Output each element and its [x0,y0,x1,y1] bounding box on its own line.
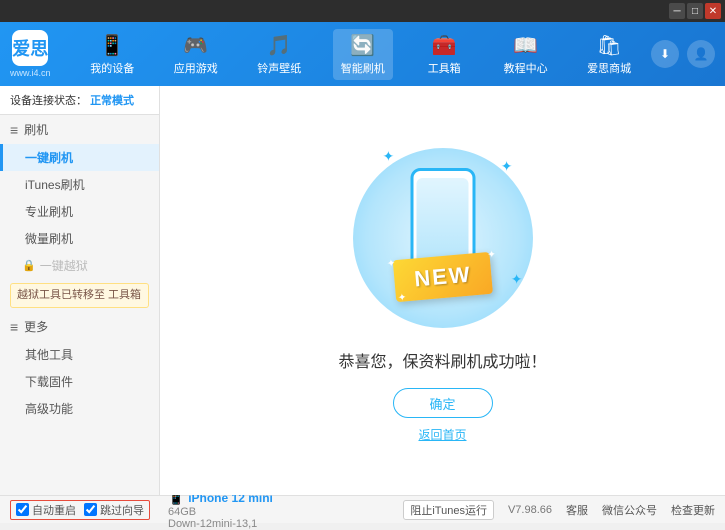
itunes-button[interactable]: 阻止iTunes运行 [403,500,494,520]
sparkle-icon-3: ✦ [511,271,523,288]
new-badge-text: NEW [413,262,472,292]
header-right: ⬇ 👤 [651,40,715,68]
merch-icon: 🛍 [596,33,621,58]
jailbreak-label: 一键越狱 [40,257,88,274]
smart-flash-icon: 🔄 [350,33,375,58]
ringtone-icon: 🎵 [267,33,292,58]
flash-section-label: 刷机 [24,121,48,138]
jailbreak-notice: 越狱工具已转移至 工具箱 [10,283,149,308]
sidebar-item-one-click-flash[interactable]: 一键刷机 [0,144,159,171]
sidebar-item-pro-flash[interactable]: 专业刷机 [0,198,159,225]
logo: 爱思 www.i4.cn [10,30,51,78]
status-label: 设备连接状态： [10,95,87,107]
nav-ringtone[interactable]: 🎵 铃声壁纸 [249,29,309,80]
my-device-label: 我的设备 [90,60,134,76]
skip-wizard-input[interactable] [84,503,97,516]
skip-wizard-checkbox[interactable]: 跳过向导 [84,502,144,518]
status-value: 正常模式 [90,95,134,107]
new-banner: ✦ ✦ ✦ NEW [392,252,493,302]
sidebar-item-advanced[interactable]: 高级功能 [0,395,159,422]
device-capacity: 64GB [168,506,273,518]
tutorial-label: 教程中心 [504,60,548,76]
apps-games-label: 应用游戏 [174,60,218,76]
smart-flash-label: 智能刷机 [341,60,385,76]
support-link[interactable]: 客服 [566,502,588,518]
sidebar-item-micro-flash[interactable]: 微量刷机 [0,225,159,252]
merch-label: 爱思商城 [587,60,631,76]
title-bar: ─ □ ✕ [0,0,725,22]
nav-tutorial[interactable]: 📖 教程中心 [496,29,556,80]
re-jailbreak-link[interactable]: 返回首页 [418,426,466,443]
main-layout: 设备连接状态： 正常模式 ≡ 刷机 一键刷机 iTunes刷机 专业刷机 微量刷… [0,86,725,495]
toolbox-icon: 🧰 [432,33,457,58]
close-button[interactable]: ✕ [705,3,721,19]
nav-apps-games[interactable]: 🎮 应用游戏 [166,29,226,80]
auto-restart-checkbox[interactable]: 自动重启 [16,502,76,518]
device-status: 设备连接状态： 正常模式 [0,86,159,115]
tutorial-icon: 📖 [513,33,538,58]
success-message: 恭喜您，保资料刷机成功啦！ [338,348,546,372]
download-button[interactable]: ⬇ [651,40,679,68]
success-illustration: ✦ ✦ ✦ ✦ ✦ ✦ NEW [343,138,543,338]
header: 爱思 www.i4.cn 📱 我的设备 🎮 应用游戏 🎵 铃声壁纸 🔄 智能刷机… [0,22,725,86]
minimize-button[interactable]: ─ [669,3,685,19]
version-label: V7.98.66 [508,504,552,516]
sidebar-item-download-firmware[interactable]: 下载固件 [0,368,159,395]
star-icon-bl: ✦ [397,292,406,304]
nav-bar: 📱 我的设备 🎮 应用游戏 🎵 铃声壁纸 🔄 智能刷机 🧰 工具箱 📖 教程中心… [71,29,651,80]
nav-my-device[interactable]: 📱 我的设备 [82,29,142,80]
jailbreak-disabled: 🔒 一键越狱 [0,252,159,279]
nav-smart-flash[interactable]: 🔄 智能刷机 [333,29,393,80]
toolbox-label: 工具箱 [428,60,461,76]
skip-wizard-label: 跳过向导 [100,502,144,518]
device-model: Down-12mini-13,1 [168,518,273,530]
star-icon-tr: ✦ [487,249,496,261]
lock-icon: 🔒 [22,259,36,272]
more-section-label: 更多 [24,318,48,335]
bottom-left: 自动重启 跳过向导 📱 iPhone 12 mini 64GB Down-12m… [10,490,273,530]
account-button[interactable]: 👤 [687,40,715,68]
ringtone-label: 铃声壁纸 [257,60,301,76]
star-icon-tl: ✦ [386,258,395,270]
sidebar: 设备连接状态： 正常模式 ≡ 刷机 一键刷机 iTunes刷机 专业刷机 微量刷… [0,86,160,495]
wechat-link[interactable]: 微信公众号 [602,502,657,518]
checkbox-group-outline: 自动重启 跳过向导 [10,500,150,520]
logo-text: www.i4.cn [10,68,51,78]
sparkle-icon-2: ✦ [383,148,395,165]
logo-icon: 爱思 [12,30,48,66]
content-area: ✦ ✦ ✦ ✦ ✦ ✦ NEW 恭喜您，保资料刷机成功啦！ 确定 返回首页 [160,86,725,495]
flash-section-icon: ≡ [10,122,18,138]
auto-restart-input[interactable] [16,503,29,516]
flash-section-header[interactable]: ≡ 刷机 [0,115,159,144]
nav-merch[interactable]: 🛍 爱思商城 [579,29,639,80]
sidebar-item-itunes-flash[interactable]: iTunes刷机 [0,171,159,198]
maximize-button[interactable]: □ [687,3,703,19]
apps-games-icon: 🎮 [183,33,208,58]
sidebar-item-other-tools[interactable]: 其他工具 [0,341,159,368]
auto-restart-label: 自动重启 [32,502,76,518]
confirm-button[interactable]: 确定 [393,388,493,418]
device-info: 📱 iPhone 12 mini 64GB Down-12mini-13,1 [168,490,273,530]
more-section-header[interactable]: ≡ 更多 [0,312,159,341]
more-section-icon: ≡ [10,319,18,335]
nav-toolbox[interactable]: 🧰 工具箱 [416,29,472,80]
my-device-icon: 📱 [100,33,125,58]
bottom-right: 阻止iTunes运行 V7.98.66 客服 微信公众号 检查更新 [403,500,715,520]
sparkle-icon-1: ✦ [501,158,513,175]
bottom-bar: 自动重启 跳过向导 📱 iPhone 12 mini 64GB Down-12m… [0,495,725,523]
update-link[interactable]: 检查更新 [671,502,715,518]
